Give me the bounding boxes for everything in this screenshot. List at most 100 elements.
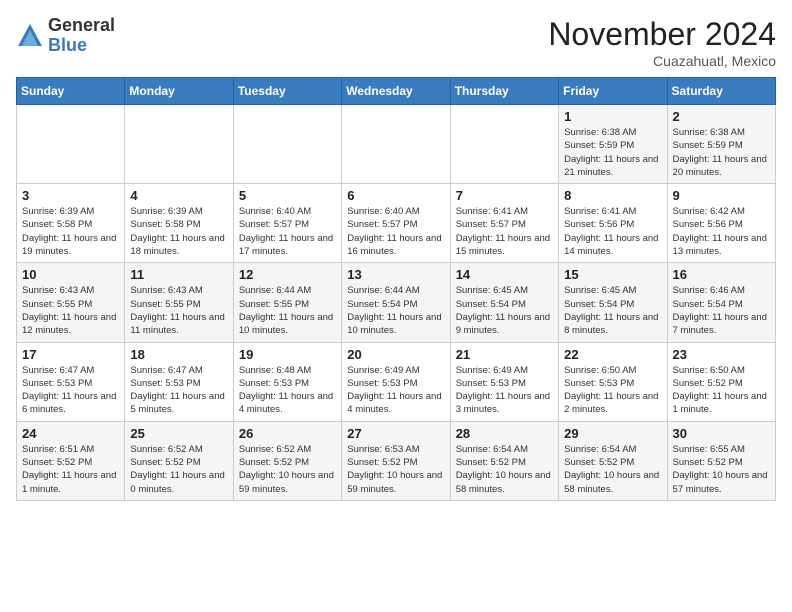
month-title: November 2024 — [548, 16, 776, 53]
calendar-cell: 8 Sunrise: 6:41 AMSunset: 5:56 PMDaylight… — [559, 184, 667, 263]
day-info: Sunrise: 6:52 AMSunset: 5:52 PMDaylight:… — [130, 443, 227, 496]
day-info: Sunrise: 6:53 AMSunset: 5:52 PMDaylight:… — [347, 443, 444, 496]
day-number: 12 — [239, 267, 336, 282]
day-number: 27 — [347, 426, 444, 441]
calendar-cell: 11 Sunrise: 6:43 AMSunset: 5:55 PMDayligh… — [125, 263, 233, 342]
calendar-cell: 6 Sunrise: 6:40 AMSunset: 5:57 PMDaylight… — [342, 184, 450, 263]
day-number: 5 — [239, 188, 336, 203]
weekday-header-row: SundayMondayTuesdayWednesdayThursdayFrid… — [17, 78, 776, 105]
day-number: 28 — [456, 426, 553, 441]
weekday-header-wednesday: Wednesday — [342, 78, 450, 105]
calendar-cell: 2 Sunrise: 6:38 AMSunset: 5:59 PMDaylight… — [667, 105, 775, 184]
day-number: 22 — [564, 347, 661, 362]
day-number: 10 — [22, 267, 119, 282]
day-number: 4 — [130, 188, 227, 203]
calendar-cell: 16Sunrise: 6:46 AMSunset: 5:54 PMDayligh… — [667, 263, 775, 342]
calendar-cell: 14Sunrise: 6:45 AMSunset: 5:54 PMDayligh… — [450, 263, 558, 342]
day-number: 14 — [456, 267, 553, 282]
day-number: 3 — [22, 188, 119, 203]
logo-text: General Blue — [48, 16, 115, 56]
weekday-header-sunday: Sunday — [17, 78, 125, 105]
calendar-table: SundayMondayTuesdayWednesdayThursdayFrid… — [16, 77, 776, 501]
calendar-cell: 21 Sunrise: 6:49 AMSunset: 5:53 PMDayligh… — [450, 342, 558, 421]
day-number: 8 — [564, 188, 661, 203]
day-number: 7 — [456, 188, 553, 203]
logo-icon — [16, 22, 44, 50]
day-number: 24 — [22, 426, 119, 441]
day-number: 18 — [130, 347, 227, 362]
calendar-cell: 1 Sunrise: 6:38 AMSunset: 5:59 PMDaylight… — [559, 105, 667, 184]
calendar-cell: 5 Sunrise: 6:40 AMSunset: 5:57 PMDaylight… — [233, 184, 341, 263]
logo: General Blue — [16, 16, 115, 56]
day-info: Sunrise: 6:52 AMSunset: 5:52 PMDaylight:… — [239, 443, 336, 496]
calendar-cell: 20Sunrise: 6:49 AMSunset: 5:53 PMDayligh… — [342, 342, 450, 421]
calendar-cell — [450, 105, 558, 184]
day-info: Sunrise: 6:47 AMSunset: 5:53 PMDaylight:… — [22, 364, 119, 417]
day-info: Sunrise: 6:44 AMSunset: 5:54 PMDaylight:… — [347, 284, 444, 337]
day-info: Sunrise: 6:38 AMSunset: 5:59 PMDaylight:… — [564, 126, 661, 179]
day-number: 1 — [564, 109, 661, 124]
week-row-4: 17 Sunrise: 6:47 AMSunset: 5:53 PMDayligh… — [17, 342, 776, 421]
week-row-3: 10 Sunrise: 6:43 AMSunset: 5:55 PMDayligh… — [17, 263, 776, 342]
day-number: 26 — [239, 426, 336, 441]
weekday-header-monday: Monday — [125, 78, 233, 105]
day-info: Sunrise: 6:42 AMSunset: 5:56 PMDaylight:… — [673, 205, 770, 258]
day-info: Sunrise: 6:40 AMSunset: 5:57 PMDaylight:… — [239, 205, 336, 258]
day-info: Sunrise: 6:41 AMSunset: 5:57 PMDaylight:… — [456, 205, 553, 258]
calendar-cell: 7 Sunrise: 6:41 AMSunset: 5:57 PMDaylight… — [450, 184, 558, 263]
calendar-cell — [233, 105, 341, 184]
day-info: Sunrise: 6:39 AMSunset: 5:58 PMDaylight:… — [22, 205, 119, 258]
day-info: Sunrise: 6:55 AMSunset: 5:52 PMDaylight:… — [673, 443, 770, 496]
day-number: 2 — [673, 109, 770, 124]
day-info: Sunrise: 6:41 AMSunset: 5:56 PMDaylight:… — [564, 205, 661, 258]
weekday-header-saturday: Saturday — [667, 78, 775, 105]
day-info: Sunrise: 6:45 AMSunset: 5:54 PMDaylight:… — [564, 284, 661, 337]
day-number: 6 — [347, 188, 444, 203]
calendar-cell: 9 Sunrise: 6:42 AMSunset: 5:56 PMDaylight… — [667, 184, 775, 263]
calendar-cell: 28 Sunrise: 6:54 AMSunset: 5:52 PMDayligh… — [450, 421, 558, 500]
day-info: Sunrise: 6:50 AMSunset: 5:53 PMDaylight:… — [564, 364, 661, 417]
calendar-cell: 23 Sunrise: 6:50 AMSunset: 5:52 PMDayligh… — [667, 342, 775, 421]
calendar-cell: 30Sunrise: 6:55 AMSunset: 5:52 PMDayligh… — [667, 421, 775, 500]
day-number: 11 — [130, 267, 227, 282]
calendar-cell: 19 Sunrise: 6:48 AMSunset: 5:53 PMDayligh… — [233, 342, 341, 421]
calendar-cell — [125, 105, 233, 184]
calendar-cell: 4 Sunrise: 6:39 AMSunset: 5:58 PMDaylight… — [125, 184, 233, 263]
page-header: General Blue November 2024 Cuazahuatl, M… — [16, 16, 776, 69]
day-info: Sunrise: 6:46 AMSunset: 5:54 PMDaylight:… — [673, 284, 770, 337]
calendar-cell: 15Sunrise: 6:45 AMSunset: 5:54 PMDayligh… — [559, 263, 667, 342]
day-info: Sunrise: 6:43 AMSunset: 5:55 PMDaylight:… — [22, 284, 119, 337]
calendar-cell — [17, 105, 125, 184]
day-number: 29 — [564, 426, 661, 441]
calendar-cell — [342, 105, 450, 184]
day-number: 17 — [22, 347, 119, 362]
day-info: Sunrise: 6:43 AMSunset: 5:55 PMDaylight:… — [130, 284, 227, 337]
calendar-cell: 27 Sunrise: 6:53 AMSunset: 5:52 PMDayligh… — [342, 421, 450, 500]
calendar-cell: 26 Sunrise: 6:52 AMSunset: 5:52 PMDayligh… — [233, 421, 341, 500]
day-number: 9 — [673, 188, 770, 203]
weekday-header-friday: Friday — [559, 78, 667, 105]
calendar-cell: 29Sunrise: 6:54 AMSunset: 5:52 PMDayligh… — [559, 421, 667, 500]
day-number: 19 — [239, 347, 336, 362]
calendar-cell: 10 Sunrise: 6:43 AMSunset: 5:55 PMDayligh… — [17, 263, 125, 342]
day-info: Sunrise: 6:48 AMSunset: 5:53 PMDaylight:… — [239, 364, 336, 417]
day-number: 25 — [130, 426, 227, 441]
day-number: 23 — [673, 347, 770, 362]
week-row-2: 3 Sunrise: 6:39 AMSunset: 5:58 PMDaylight… — [17, 184, 776, 263]
day-info: Sunrise: 6:39 AMSunset: 5:58 PMDaylight:… — [130, 205, 227, 258]
calendar-cell: 13Sunrise: 6:44 AMSunset: 5:54 PMDayligh… — [342, 263, 450, 342]
weekday-header-tuesday: Tuesday — [233, 78, 341, 105]
day-info: Sunrise: 6:44 AMSunset: 5:55 PMDaylight:… — [239, 284, 336, 337]
day-info: Sunrise: 6:50 AMSunset: 5:52 PMDaylight:… — [673, 364, 770, 417]
day-info: Sunrise: 6:51 AMSunset: 5:52 PMDaylight:… — [22, 443, 119, 496]
day-info: Sunrise: 6:40 AMSunset: 5:57 PMDaylight:… — [347, 205, 444, 258]
week-row-1: 1 Sunrise: 6:38 AMSunset: 5:59 PMDaylight… — [17, 105, 776, 184]
day-info: Sunrise: 6:49 AMSunset: 5:53 PMDaylight:… — [456, 364, 553, 417]
weekday-header-thursday: Thursday — [450, 78, 558, 105]
calendar-cell: 12 Sunrise: 6:44 AMSunset: 5:55 PMDayligh… — [233, 263, 341, 342]
day-number: 21 — [456, 347, 553, 362]
day-info: Sunrise: 6:49 AMSunset: 5:53 PMDaylight:… — [347, 364, 444, 417]
day-info: Sunrise: 6:38 AMSunset: 5:59 PMDaylight:… — [673, 126, 770, 179]
day-info: Sunrise: 6:54 AMSunset: 5:52 PMDaylight:… — [456, 443, 553, 496]
calendar-cell: 24 Sunrise: 6:51 AMSunset: 5:52 PMDayligh… — [17, 421, 125, 500]
